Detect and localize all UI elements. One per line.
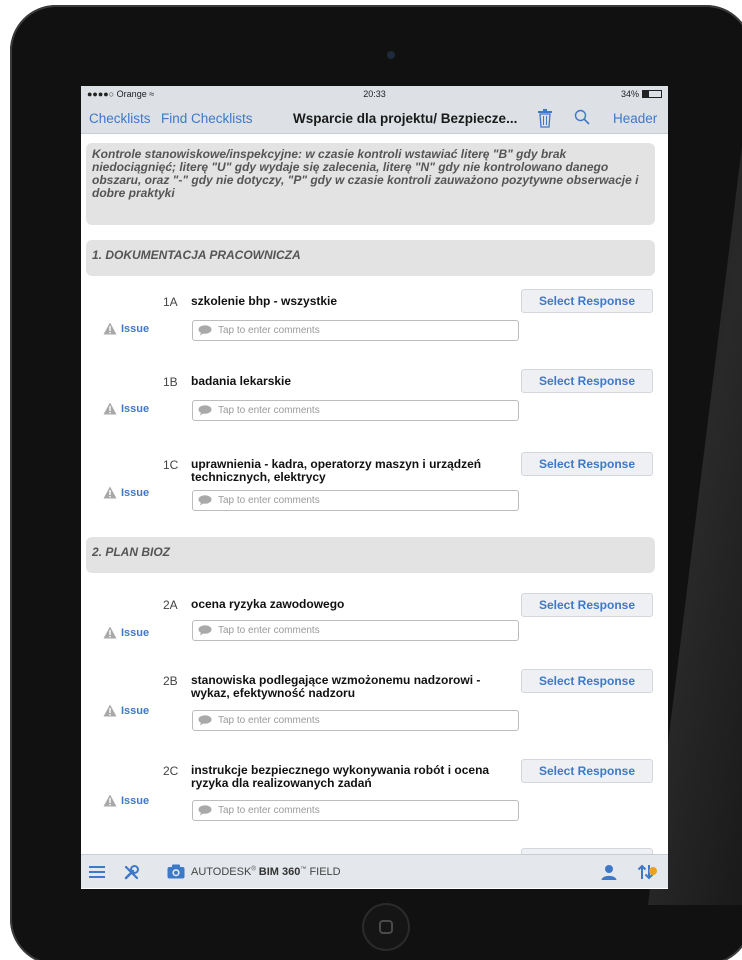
brand-bim360: BIM 360	[258, 866, 301, 878]
user-icon[interactable]	[601, 864, 617, 885]
menu-icon[interactable]	[89, 865, 105, 884]
comment-input[interactable]: Tap to enter comments	[192, 400, 519, 421]
battery-icon	[642, 90, 662, 98]
intro-instructions: Kontrole stanowiskowe/inspekcyjne: w cza…	[86, 143, 655, 225]
front-camera	[387, 51, 395, 59]
issue-button[interactable]: Issue	[103, 486, 149, 499]
issue-button[interactable]: Issue	[103, 794, 149, 807]
warning-icon	[103, 704, 117, 717]
speech-bubble-icon	[198, 325, 212, 336]
issue-button[interactable]: Issue	[103, 626, 149, 639]
tools-icon[interactable]	[123, 864, 140, 886]
home-button[interactable]	[362, 903, 410, 951]
select-response-button[interactable]: Select Response	[521, 452, 653, 476]
app-screen: ●●●●○ Orange ≈ 20:33 34% Checklists Find…	[81, 86, 668, 889]
speech-bubble-icon	[198, 405, 212, 416]
brand-field: FIELD	[309, 866, 341, 878]
item-question: stanowiska podlegające wzmożonemu nadzor…	[191, 673, 481, 700]
speech-bubble-icon	[198, 495, 212, 506]
select-response-button[interactable]: Select Response	[521, 289, 653, 313]
item-question: szkolenie bhp - wszystkie	[191, 294, 338, 308]
bottom-toolbar: AUTODESK® BIM 360™ FIELD	[81, 854, 668, 888]
item-question: instrukcje bezpiecznego wykonywania robó…	[191, 763, 490, 790]
find-checklists-link[interactable]: Find Checklists	[161, 111, 253, 126]
comment-placeholder: Tap to enter comments	[218, 405, 320, 416]
issue-button[interactable]: Issue	[103, 704, 149, 717]
item-question: uprawnienia - kadra, operatorzy maszyn i…	[191, 457, 482, 484]
issue-label: Issue	[121, 626, 150, 639]
section-header-plan-bioz: 2. PLAN BIOZ	[86, 537, 655, 573]
item-question: ocena ryzyka zawodowego	[191, 597, 345, 611]
trash-icon[interactable]	[537, 108, 553, 131]
speech-bubble-icon	[198, 625, 212, 636]
comment-input[interactable]: Tap to enter comments	[192, 710, 519, 731]
comment-input[interactable]: Tap to enter comments	[192, 620, 519, 641]
camera-icon[interactable]	[167, 864, 185, 884]
speech-bubble-icon	[198, 805, 212, 816]
comment-placeholder: Tap to enter comments	[218, 625, 320, 636]
item-code: 1A	[163, 295, 178, 309]
battery-percent: 34%	[620, 89, 639, 99]
issue-label: Issue	[121, 704, 150, 717]
comment-input[interactable]: Tap to enter comments	[192, 800, 519, 821]
issue-label: Issue	[121, 402, 150, 415]
item-code: 1B	[163, 375, 178, 389]
status-time: 20:33	[363, 89, 386, 99]
issue-label: Issue	[121, 486, 150, 499]
warning-icon	[103, 794, 117, 807]
item-code: 1C	[163, 458, 179, 472]
warning-icon	[103, 626, 117, 639]
battery-indicator: 34%	[621, 89, 662, 99]
item-code: 2C	[163, 764, 179, 778]
warning-icon	[103, 486, 117, 499]
comment-placeholder: Tap to enter comments	[218, 715, 320, 726]
checklists-link[interactable]: Checklists	[89, 111, 151, 126]
comment-input[interactable]: Tap to enter comments	[192, 490, 519, 511]
issue-button[interactable]: Issue	[103, 402, 149, 415]
select-response-button[interactable]: Select Response	[521, 369, 653, 393]
comment-placeholder: Tap to enter comments	[218, 495, 320, 506]
search-icon[interactable]	[574, 109, 590, 128]
select-response-button[interactable]: Select Response	[521, 593, 653, 617]
warning-icon	[103, 402, 117, 415]
header-link[interactable]: Header	[613, 111, 657, 126]
comment-placeholder: Tap to enter comments	[218, 805, 320, 816]
notification-badge	[649, 867, 657, 875]
issue-button[interactable]: Issue	[103, 322, 149, 335]
item-code: 2A	[163, 598, 178, 612]
select-response-button[interactable]: Select Response	[521, 759, 653, 783]
item-question: badania lekarskie	[191, 374, 292, 388]
brand-registered-mark: ®	[251, 866, 256, 873]
section-header-dokumentacja: 1. DOKUMENTACJA PRACOWNICZA	[86, 240, 655, 276]
select-response-button[interactable]: Select Response	[521, 669, 653, 693]
issue-label: Issue	[121, 794, 150, 807]
brand-logo: AUTODESK® BIM 360™ FIELD	[191, 866, 341, 878]
nav-bar: Checklists Find Checklists Wsparcie dla …	[81, 102, 668, 134]
warning-icon	[103, 322, 117, 335]
issue-label: Issue	[121, 322, 150, 335]
status-bar: ●●●●○ Orange ≈ 20:33 34%	[81, 86, 668, 102]
home-button-icon	[379, 920, 393, 934]
battery-fill	[643, 91, 650, 97]
comment-placeholder: Tap to enter comments	[218, 325, 320, 336]
sync-icon[interactable]	[637, 863, 663, 883]
speech-bubble-icon	[198, 715, 212, 726]
comment-input[interactable]: Tap to enter comments	[192, 320, 519, 341]
brand-trademark: ™	[300, 866, 307, 873]
item-code: 2B	[163, 674, 178, 688]
brand-autodesk: AUTODESK	[191, 866, 252, 878]
page-title: Wsparcie dla projektu/ Bezpiecze...	[293, 111, 518, 126]
